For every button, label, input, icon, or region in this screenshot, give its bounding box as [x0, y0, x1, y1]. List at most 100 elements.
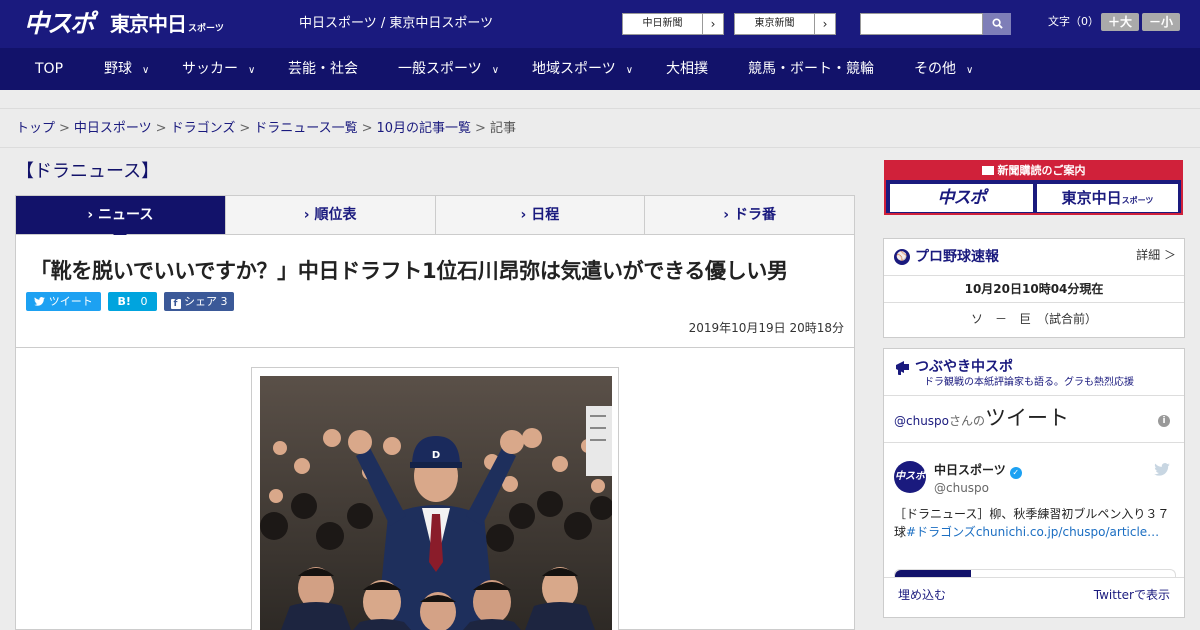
- draft-celebration-photo: D: [260, 376, 612, 630]
- baseball-widget-title: プロ野球速報: [915, 249, 999, 265]
- nav-item-racing[interactable]: 競馬・ボート・競輪: [748, 48, 874, 90]
- search-button[interactable]: [983, 13, 1011, 35]
- tweet-button[interactable]: ツイート: [26, 292, 101, 311]
- tweet-link[interactable]: #ドラゴンズchunichi.co.jp/chuspo/article…: [906, 525, 1159, 539]
- tweets-label: ツイート: [985, 406, 1070, 430]
- search-input[interactable]: [860, 13, 983, 35]
- chevron-right-icon: ›: [710, 17, 716, 31]
- article-headline: 「靴を脱いでいいですか？」中日ドラフト1位石川昂弥は気遣いができる優しい男: [30, 259, 788, 283]
- breadcrumb-link-dragons[interactable]: ドラゴンズ: [171, 121, 236, 136]
- twitter-widget: つぶやき中スポ ドラ観戦の本紙評論家も語る。グラも熱烈応援 @chuspoさんの…: [883, 348, 1185, 618]
- chevron-right-icon: ›: [822, 17, 828, 31]
- twitter-widget-title: つぶやき中スポ: [915, 359, 1013, 375]
- tab-label: ドラ番: [733, 207, 776, 223]
- breadcrumb-current: 記事: [489, 121, 516, 136]
- tweet-label: ツイート: [48, 295, 93, 308]
- facebook-share-button[interactable]: f シェア 3: [164, 292, 234, 311]
- twitter-bird-icon: [34, 297, 46, 306]
- article-divider: [16, 347, 854, 348]
- widget-divider: [884, 302, 1184, 303]
- twitter-handle-suffix: さんの: [949, 414, 986, 428]
- chevron-down-icon: ∨: [966, 65, 974, 76]
- newspaper-icon: [981, 166, 994, 175]
- breadcrumb-link-october-list[interactable]: 10月の記事一覧: [377, 121, 472, 136]
- info-icon[interactable]: i: [1158, 415, 1170, 427]
- tab-schedule[interactable]: › 日程: [436, 196, 646, 234]
- breadcrumb-link-chunichi-sports[interactable]: 中日スポーツ: [74, 121, 152, 136]
- nav-item-label: TOP: [35, 61, 64, 77]
- article-photo[interactable]: D: [260, 376, 612, 630]
- breadcrumb-link-top[interactable]: トップ: [16, 121, 55, 136]
- tab-label: ニュース: [98, 207, 154, 223]
- main-nav: TOP 野球 ∨ サッカー ∨ 芸能・社会 一般スポーツ ∨ 地域スポーツ ∨ 大相撲 …: [0, 48, 1200, 90]
- tokyo-shimbun-button[interactable]: 東京新聞 ›: [734, 13, 836, 35]
- chuspo-logo[interactable]: 中スポ: [24, 10, 95, 38]
- baseball-icon: ⚾: [894, 249, 910, 265]
- nav-item-local-sports[interactable]: 地域スポーツ ∨: [532, 48, 633, 90]
- nav-item-other[interactable]: その他 ∨: [914, 48, 973, 90]
- nav-item-top[interactable]: TOP: [35, 48, 63, 90]
- nav-item-label: 大相撲: [666, 61, 708, 77]
- score-game-row[interactable]: ソ － 巨 （試合前）: [884, 311, 1184, 327]
- breadcrumb-separator: >: [239, 121, 251, 136]
- chunichi-shimbun-button[interactable]: 中日新聞 ›: [622, 13, 724, 35]
- widget-divider: [884, 442, 1184, 443]
- breadcrumb-separator: >: [361, 121, 373, 136]
- subscription-title-text: 新聞購読のご案内: [997, 164, 1086, 177]
- embed-link[interactable]: 埋め込む: [898, 587, 946, 603]
- nav-item-soccer[interactable]: サッカー ∨: [182, 48, 255, 90]
- facebook-icon: f: [170, 299, 181, 309]
- breadcrumb-separator: >: [59, 121, 70, 136]
- tweet-account-handle[interactable]: @chuspo: [934, 480, 989, 496]
- article: 「靴を脱いでいいですか？」中日ドラフト1位石川昂弥は気遣いができる優しい男 ツイ…: [15, 235, 855, 630]
- nav-item-entertainment[interactable]: 芸能・社会: [288, 48, 358, 90]
- site-names[interactable]: 中日スポーツ / 東京中日スポーツ: [299, 16, 493, 32]
- chevron-down-icon: ∨: [248, 65, 256, 76]
- nav-item-baseball[interactable]: 野球 ∨: [104, 48, 149, 90]
- font-larger-button[interactable]: ＋大: [1101, 13, 1139, 31]
- site-header: 中スポ 東京中日 スポーツ 中日スポーツ / 東京中日スポーツ 中日新聞 › 東京…: [0, 0, 1200, 48]
- nav-item-label: サッカー: [182, 61, 238, 77]
- tab-label: 日程: [531, 207, 560, 223]
- breadcrumb-link-dora-news-list[interactable]: ドラニュース一覧: [254, 121, 357, 136]
- article-date: 2019年10月19日 20時18分: [688, 321, 844, 335]
- view-on-twitter-link[interactable]: Twitterで表示: [1094, 587, 1170, 603]
- tab-dora-ban[interactable]: › ドラ番: [645, 196, 854, 234]
- nav-item-label: 野球: [104, 61, 132, 77]
- tab-standings[interactable]: › 順位表: [226, 196, 436, 234]
- subscribe-tokyo-logo[interactable]: 東京中日スポーツ: [1037, 184, 1178, 212]
- twitter-handle-link[interactable]: @chuspo: [894, 414, 949, 428]
- font-smaller-button[interactable]: －小: [1142, 13, 1180, 31]
- subscribe-chuspo-logo[interactable]: 中スポ: [890, 184, 1033, 212]
- tab-news[interactable]: › ニュース: [16, 196, 226, 241]
- chevron-down-icon: ∨: [142, 65, 150, 76]
- tweet-account-name[interactable]: 中日スポーツ ✓: [934, 462, 1022, 479]
- search-icon: [991, 18, 1003, 29]
- score-updated-time: 10月20日10時04分現在: [964, 282, 1104, 296]
- section-title: 【ドラニュース】: [16, 161, 160, 182]
- subscription-banner[interactable]: 新聞購読のご案内 中スポ 東京中日スポーツ: [884, 160, 1183, 215]
- subscribe-tokyo-logo-sub: スポーツ: [1121, 196, 1154, 205]
- nav-item-general-sports[interactable]: 一般スポーツ ∨: [398, 48, 499, 90]
- breadcrumb-bar: トップ > 中日スポーツ > ドラゴンズ > ドラニュース一覧 >10月の記事一覧 > 記事: [0, 108, 1200, 148]
- font-size-label: 文字（0）: [1048, 15, 1099, 28]
- nav-item-label: 芸能・社会: [288, 61, 358, 77]
- breadcrumb: トップ > 中日スポーツ > ドラゴンズ > ドラニュース一覧 >10月の記事一覧 > 記事: [16, 121, 516, 137]
- facebook-share-label: シェア: [184, 295, 217, 308]
- widget-divider: [884, 275, 1184, 276]
- widget-divider: [884, 395, 1184, 396]
- hatena-bookmark-button[interactable]: B! 0: [108, 292, 157, 311]
- megaphone-icon: [896, 361, 909, 375]
- tweet-account-name-text: 中日スポーツ: [934, 463, 1006, 477]
- baseball-detail-link[interactable]: 詳細 ＞: [1136, 247, 1176, 263]
- twitter-bird-icon[interactable]: [1154, 463, 1170, 476]
- breadcrumb-separator: >: [475, 121, 486, 136]
- chevron-down-icon: ∨: [491, 65, 500, 76]
- tweet-media-strip-fill: [895, 570, 971, 577]
- avatar[interactable]: 中スポ: [894, 461, 926, 493]
- nav-item-sumo[interactable]: 大相撲: [666, 48, 708, 90]
- breadcrumb-separator: >: [155, 121, 167, 136]
- tokyo-chunichi-logo[interactable]: 東京中日 スポーツ: [110, 12, 224, 41]
- subscribe-tokyo-logo-text: 東京中日: [1061, 189, 1122, 207]
- nav-item-label: 地域スポーツ: [532, 61, 616, 77]
